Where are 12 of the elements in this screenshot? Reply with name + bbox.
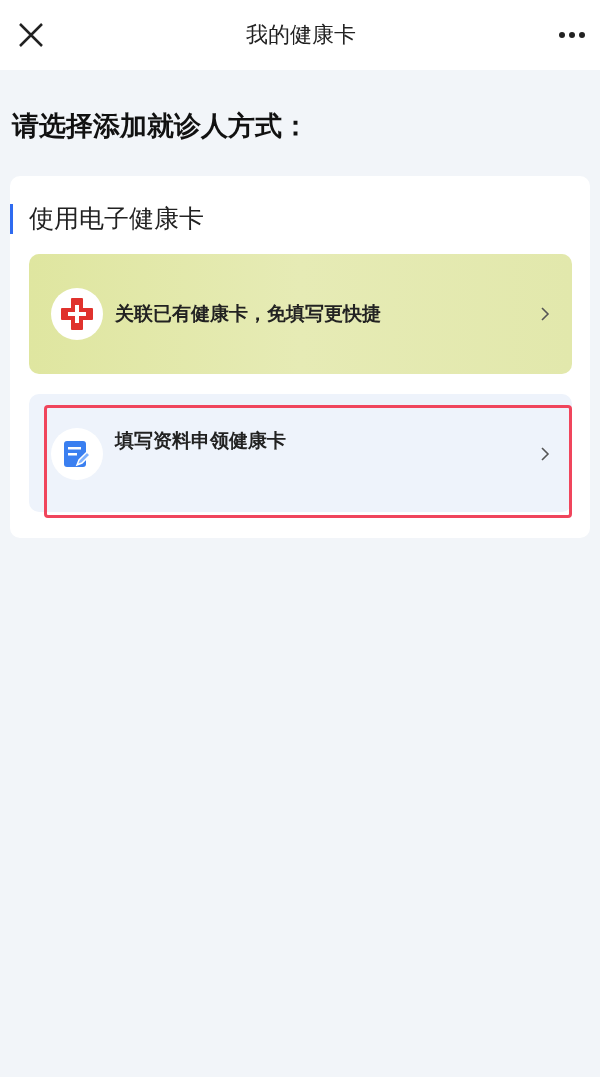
chevron-right-icon (540, 306, 550, 322)
close-button[interactable] (18, 22, 44, 48)
form-edit-icon (63, 439, 91, 469)
medical-cross-icon (60, 297, 94, 331)
option-button[interactable]: 关联已有健康卡，免填写更快捷 (29, 254, 572, 374)
page-title: 我的健康卡 (246, 21, 356, 49)
more-icon (558, 31, 586, 39)
section-title: 使用电子健康卡 (10, 204, 572, 234)
chevron-right-icon (540, 446, 550, 462)
more-button[interactable] (558, 31, 586, 39)
close-icon (18, 22, 44, 48)
page-heading: 请选择添加就诊人方式： (12, 109, 310, 143)
